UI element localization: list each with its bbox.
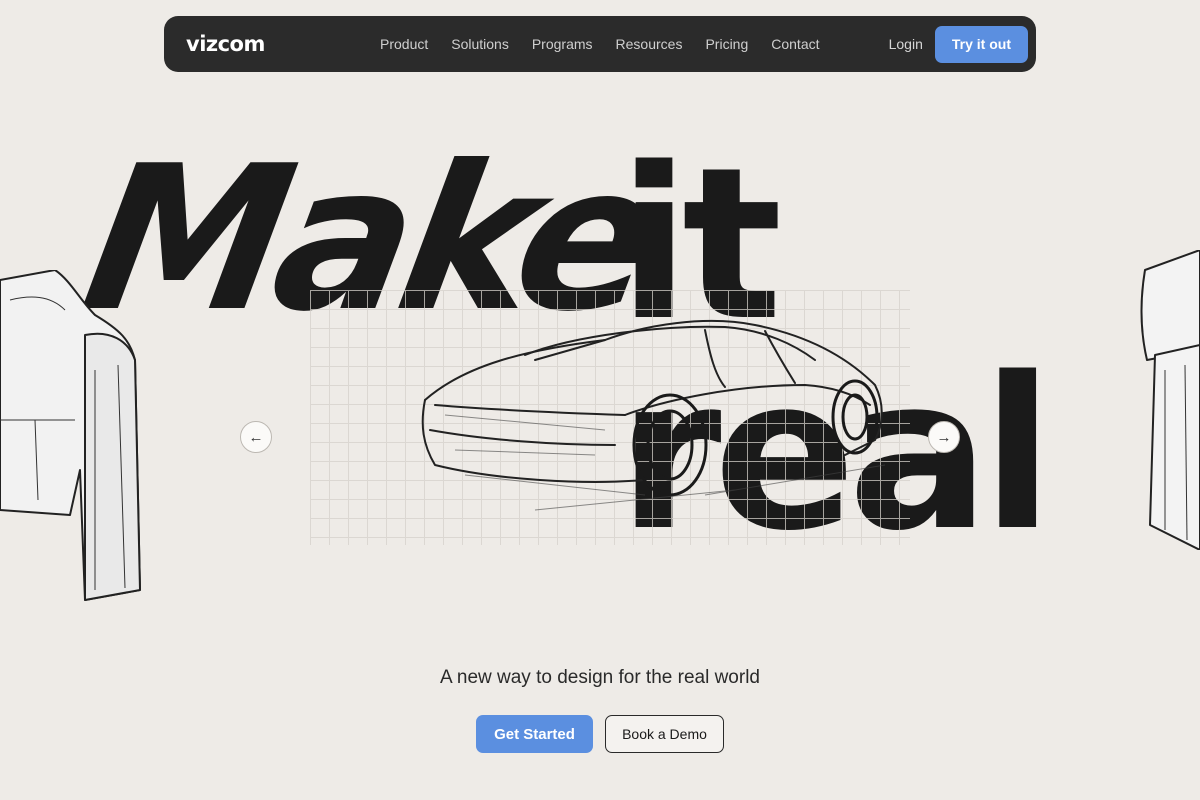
login-link[interactable]: Login bbox=[889, 36, 923, 52]
vizcom-logo[interactable]: vizcom bbox=[186, 32, 376, 56]
nav-item-contact[interactable]: Contact bbox=[771, 36, 819, 52]
nav-item-programs[interactable]: Programs bbox=[532, 36, 593, 52]
arrow-left-icon: ← bbox=[248, 428, 264, 446]
nav-item-product[interactable]: Product bbox=[380, 36, 428, 52]
page: vizcom Product Solutions Programs Resour… bbox=[0, 0, 1200, 800]
book-demo-button[interactable]: Book a Demo bbox=[605, 715, 724, 753]
carousel-next-button[interactable]: → bbox=[928, 421, 960, 453]
nav-item-pricing[interactable]: Pricing bbox=[705, 36, 748, 52]
arrow-right-icon: → bbox=[936, 428, 952, 446]
hero-tagline: A new way to design for the real world bbox=[439, 667, 760, 688]
chair-sketch-illustration bbox=[1140, 250, 1200, 550]
nav-item-resources[interactable]: Resources bbox=[616, 36, 683, 52]
nav-item-solutions[interactable]: Solutions bbox=[451, 36, 509, 52]
jacket-sketch-illustration bbox=[0, 270, 141, 601]
try-it-out-button[interactable]: Try it out bbox=[934, 25, 1028, 63]
carousel-prev-button[interactable]: ← bbox=[240, 421, 272, 453]
top-navbar: vizcom Product Solutions Programs Resour… bbox=[164, 16, 1036, 72]
nav-actions: Login Try it out bbox=[889, 25, 1028, 63]
nav-menu: Product Solutions Programs Resources Pri… bbox=[380, 36, 820, 52]
car-sketch-illustration bbox=[421, 320, 886, 511]
get-started-button[interactable]: Get Started bbox=[476, 715, 593, 753]
